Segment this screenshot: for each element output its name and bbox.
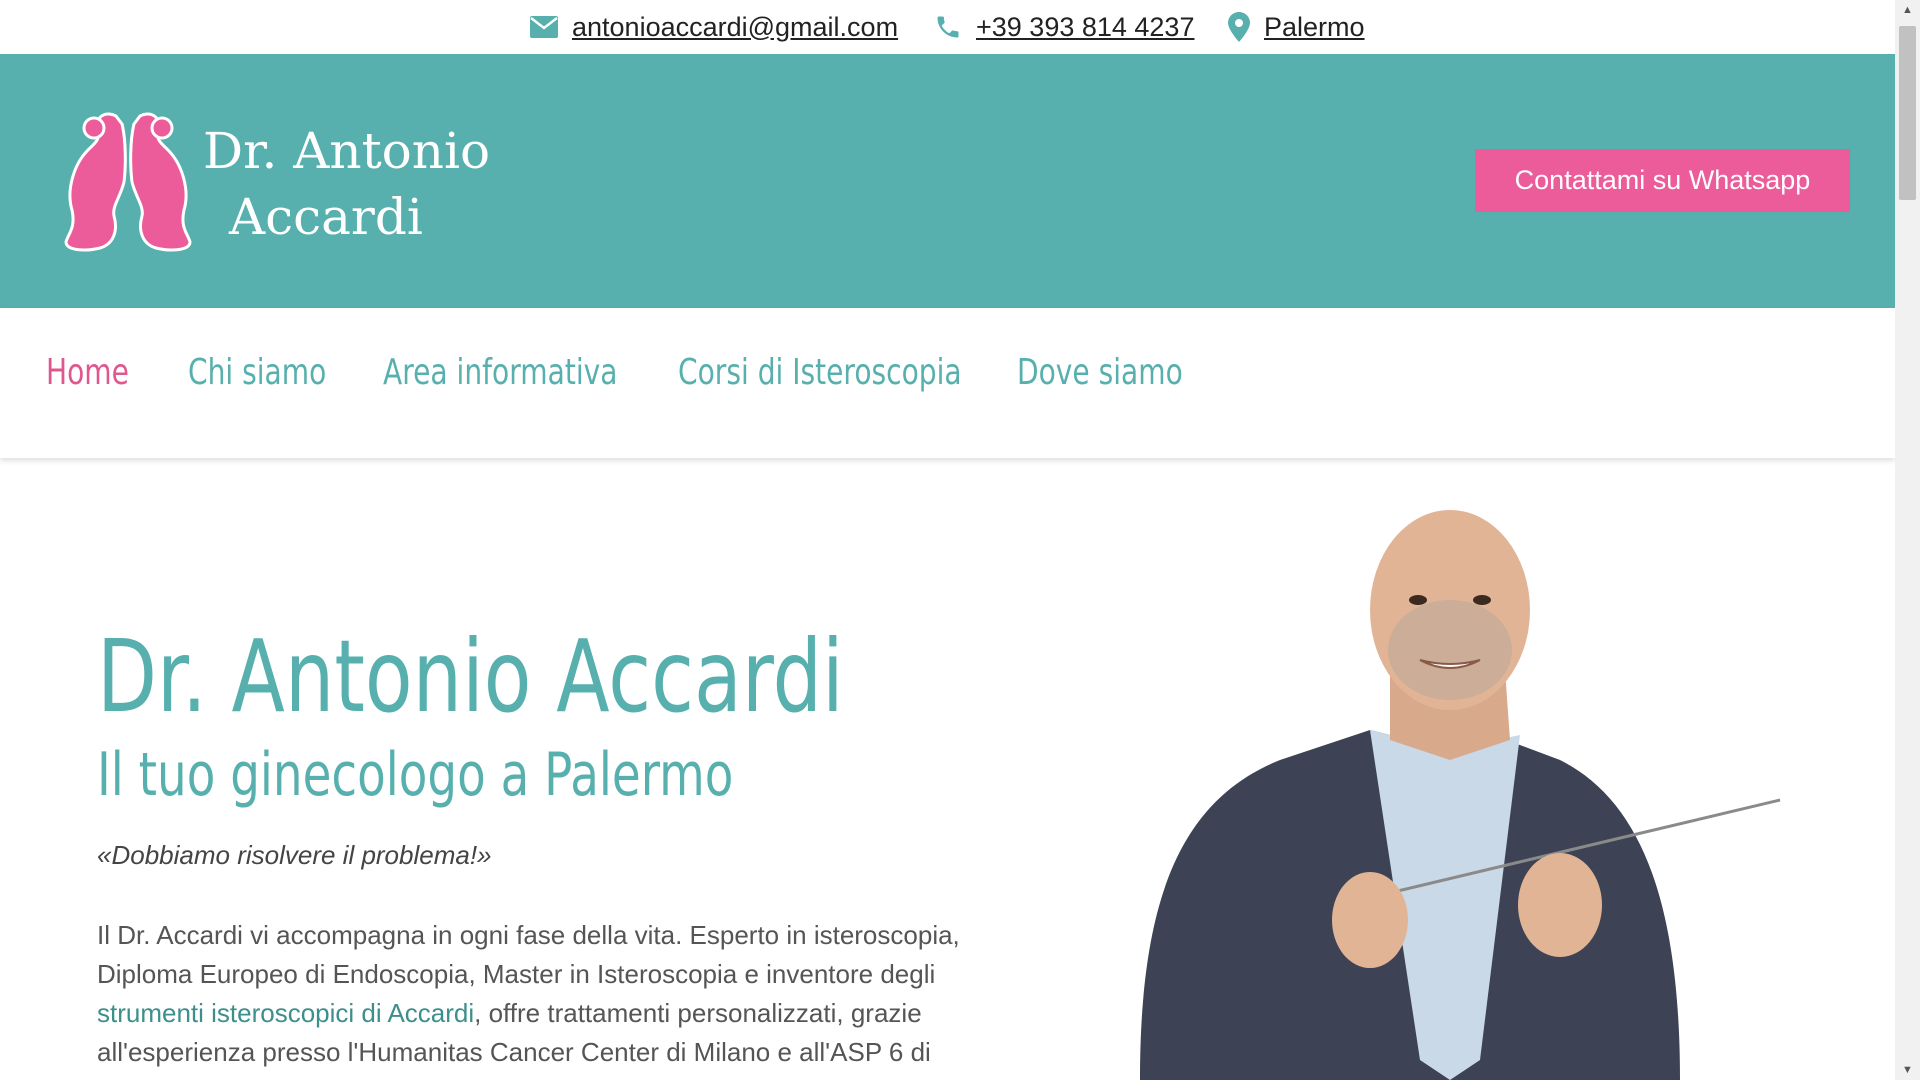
phone-text[interactable]: +39 393 814 4237 bbox=[976, 12, 1194, 43]
nav-item-chi-siamo[interactable]: Chi siamo bbox=[188, 352, 326, 393]
location-text[interactable]: Palermo bbox=[1264, 12, 1365, 43]
phone-link[interactable]: +39 393 814 4237 bbox=[934, 10, 1194, 44]
hero-description: Il Dr. Accardi vi accompagna in ogni fas… bbox=[97, 916, 997, 1080]
doctor-photo bbox=[1140, 510, 1781, 1080]
map-pin-icon bbox=[1228, 12, 1250, 42]
nav-item-dove-siamo[interactable]: Dove siamo bbox=[1017, 352, 1183, 393]
hero-description-part1: Il Dr. Accardi vi accompagna in ogni fas… bbox=[97, 920, 960, 989]
site-header: Dr. Antonio Accardi Contattami su Whatsa… bbox=[0, 54, 1895, 308]
hands-logo-icon[interactable] bbox=[64, 110, 192, 257]
scroll-thumb[interactable] bbox=[1899, 26, 1916, 200]
envelope-icon bbox=[530, 16, 558, 38]
brand-line-2: Accardi bbox=[229, 188, 423, 246]
nav-item-home[interactable]: Home bbox=[46, 352, 129, 393]
whatsapp-button[interactable]: Contattami su Whatsapp bbox=[1475, 149, 1850, 212]
nav-item-corsi-isteroscopia[interactable]: Corsi di Isteroscopia bbox=[678, 352, 962, 393]
scroll-down-arrow-icon[interactable]: ▼ bbox=[1895, 1060, 1920, 1080]
scroll-up-arrow-icon[interactable]: ▲ bbox=[1895, 0, 1920, 20]
nav-item-area-informativa[interactable]: Area informativa bbox=[383, 352, 617, 393]
hero-quote: «Dobbiamo risolvere il problema!» bbox=[97, 840, 492, 870]
main-nav: Home Chi siamo Area informativa Corsi di… bbox=[0, 308, 1895, 458]
contact-bar: antonioaccardi@gmail.com +39 393 814 423… bbox=[0, 0, 1895, 54]
brand-name[interactable]: Dr. Antonio Accardi bbox=[203, 118, 490, 250]
instruments-link[interactable]: strumenti isteroscopici di Accardi bbox=[97, 998, 474, 1028]
email-text[interactable]: antonioaccardi@gmail.com bbox=[572, 12, 898, 43]
page-scrollbar[interactable]: ▲ ▼ bbox=[1895, 0, 1920, 1080]
hero-title: Dr. Antonio Accardi bbox=[97, 618, 844, 735]
brand-line-1: Dr. Antonio bbox=[203, 122, 491, 180]
page: antonioaccardi@gmail.com +39 393 814 423… bbox=[0, 0, 1895, 1080]
location-link[interactable]: Palermo bbox=[1228, 10, 1365, 44]
email-link[interactable]: antonioaccardi@gmail.com bbox=[530, 10, 898, 44]
hero-subtitle: Il tuo ginecologo a Palermo bbox=[97, 740, 734, 810]
phone-icon bbox=[937, 16, 959, 38]
